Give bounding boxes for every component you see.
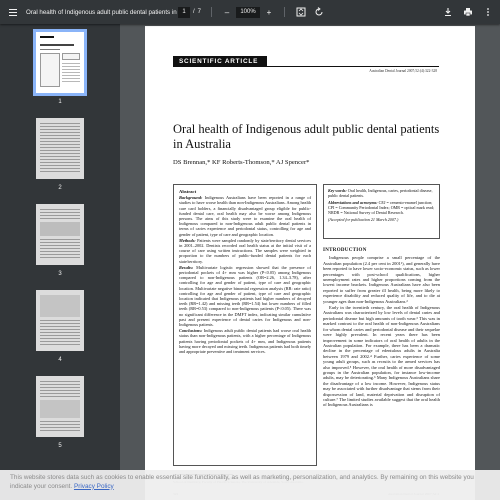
print-icon[interactable]	[462, 6, 474, 18]
thumbnail-sidebar: 1 2 3 4 5	[0, 24, 120, 500]
privacy-policy-link[interactable]: Privacy Policy	[74, 483, 114, 490]
article-authors: DS Brennan,* KF Roberts-Thomson,* AJ Spe…	[173, 159, 310, 166]
toolbar-divider	[284, 7, 286, 17]
abstract-conclusions: Conclusions: Indigenous adult public den…	[179, 328, 311, 355]
abstract-heading: Abstract	[179, 189, 197, 194]
cookie-banner: This website stores data such as cookies…	[0, 470, 500, 500]
thumbnail-page-3[interactable]: 3	[36, 204, 84, 277]
thumbnail-page-4[interactable]: 4	[36, 290, 84, 363]
abbreviations: Abbreviations and acronyms: CEJ = cement…	[328, 200, 435, 215]
thumbnail-image[interactable]	[36, 290, 84, 351]
thumbnail-image[interactable]	[36, 118, 84, 179]
thumbnail-page-number: 1	[58, 99, 62, 105]
total-pages: 7	[197, 9, 202, 15]
pdf-page: SCIENTIFIC ARTICLE Australian Dental Jou…	[145, 26, 475, 500]
thumbnail-image[interactable]	[36, 204, 84, 265]
download-icon[interactable]	[442, 6, 454, 18]
keywords: Key words: Oral health, Indigenous, cari…	[328, 188, 433, 198]
keywords-box: Key words: Oral health, Indigenous, cari…	[323, 184, 440, 239]
menu-icon[interactable]	[6, 5, 20, 19]
document-title: Oral health of Indigenous adult public d…	[26, 8, 186, 16]
thumbnail-page-number: 3	[58, 271, 62, 277]
toolbar-right-controls	[442, 6, 494, 18]
thumbnail-page-5[interactable]: 5	[36, 376, 84, 449]
pdf-toolbar: Oral health of Indigenous adult public d…	[0, 0, 500, 24]
thumbnail-page-number: 5	[58, 443, 62, 449]
zoom-out-button[interactable]: –	[222, 8, 232, 17]
introduction-section: INTRODUCTION Indigenous people comprise …	[323, 248, 440, 409]
journal-reference: Australian Dental Journal 2007;52:(4):32…	[369, 69, 437, 73]
banner-rule	[173, 66, 439, 67]
zoom-in-button[interactable]: +	[264, 8, 274, 17]
abstract-methods: Methods: Patients were sampled randomly …	[179, 237, 311, 264]
abstract-background: Background: Indigenous Australians have …	[179, 195, 312, 237]
thumbnail-image[interactable]	[33, 29, 87, 96]
abstract-box: Abstract Background: Indigenous Australi…	[173, 184, 317, 466]
fit-page-icon[interactable]	[295, 6, 307, 18]
intro-paragraph: Early in the twentieth century, the oral…	[323, 305, 440, 408]
thumbnail-page-number: 2	[58, 185, 62, 191]
article-title: Oral health of Indigenous adult public d…	[173, 122, 440, 151]
toolbar-divider	[211, 7, 213, 17]
accepted-date: (Accepted for publication 21 March 2007.…	[328, 217, 399, 222]
thumbnail-page-1[interactable]: 1	[33, 29, 87, 105]
page-number-input[interactable]: 1	[178, 6, 190, 18]
thumbnail-page-2[interactable]: 2	[36, 118, 84, 191]
page-separator: /	[193, 9, 195, 15]
rotate-icon[interactable]	[313, 6, 325, 18]
kebab-menu-icon[interactable]	[482, 6, 494, 18]
intro-paragraph: Indigenous people comprise a small perce…	[323, 255, 440, 304]
abstract-results: Results: Multivariate logistic regressio…	[179, 264, 312, 328]
toolbar-center-controls: 1 / 7 – 100% +	[178, 6, 325, 18]
introduction-heading: INTRODUCTION	[323, 248, 367, 253]
zoom-level-input[interactable]: 100%	[236, 6, 261, 18]
thumbnail-page-number: 4	[58, 357, 62, 363]
thumbnail-image[interactable]	[36, 376, 84, 437]
